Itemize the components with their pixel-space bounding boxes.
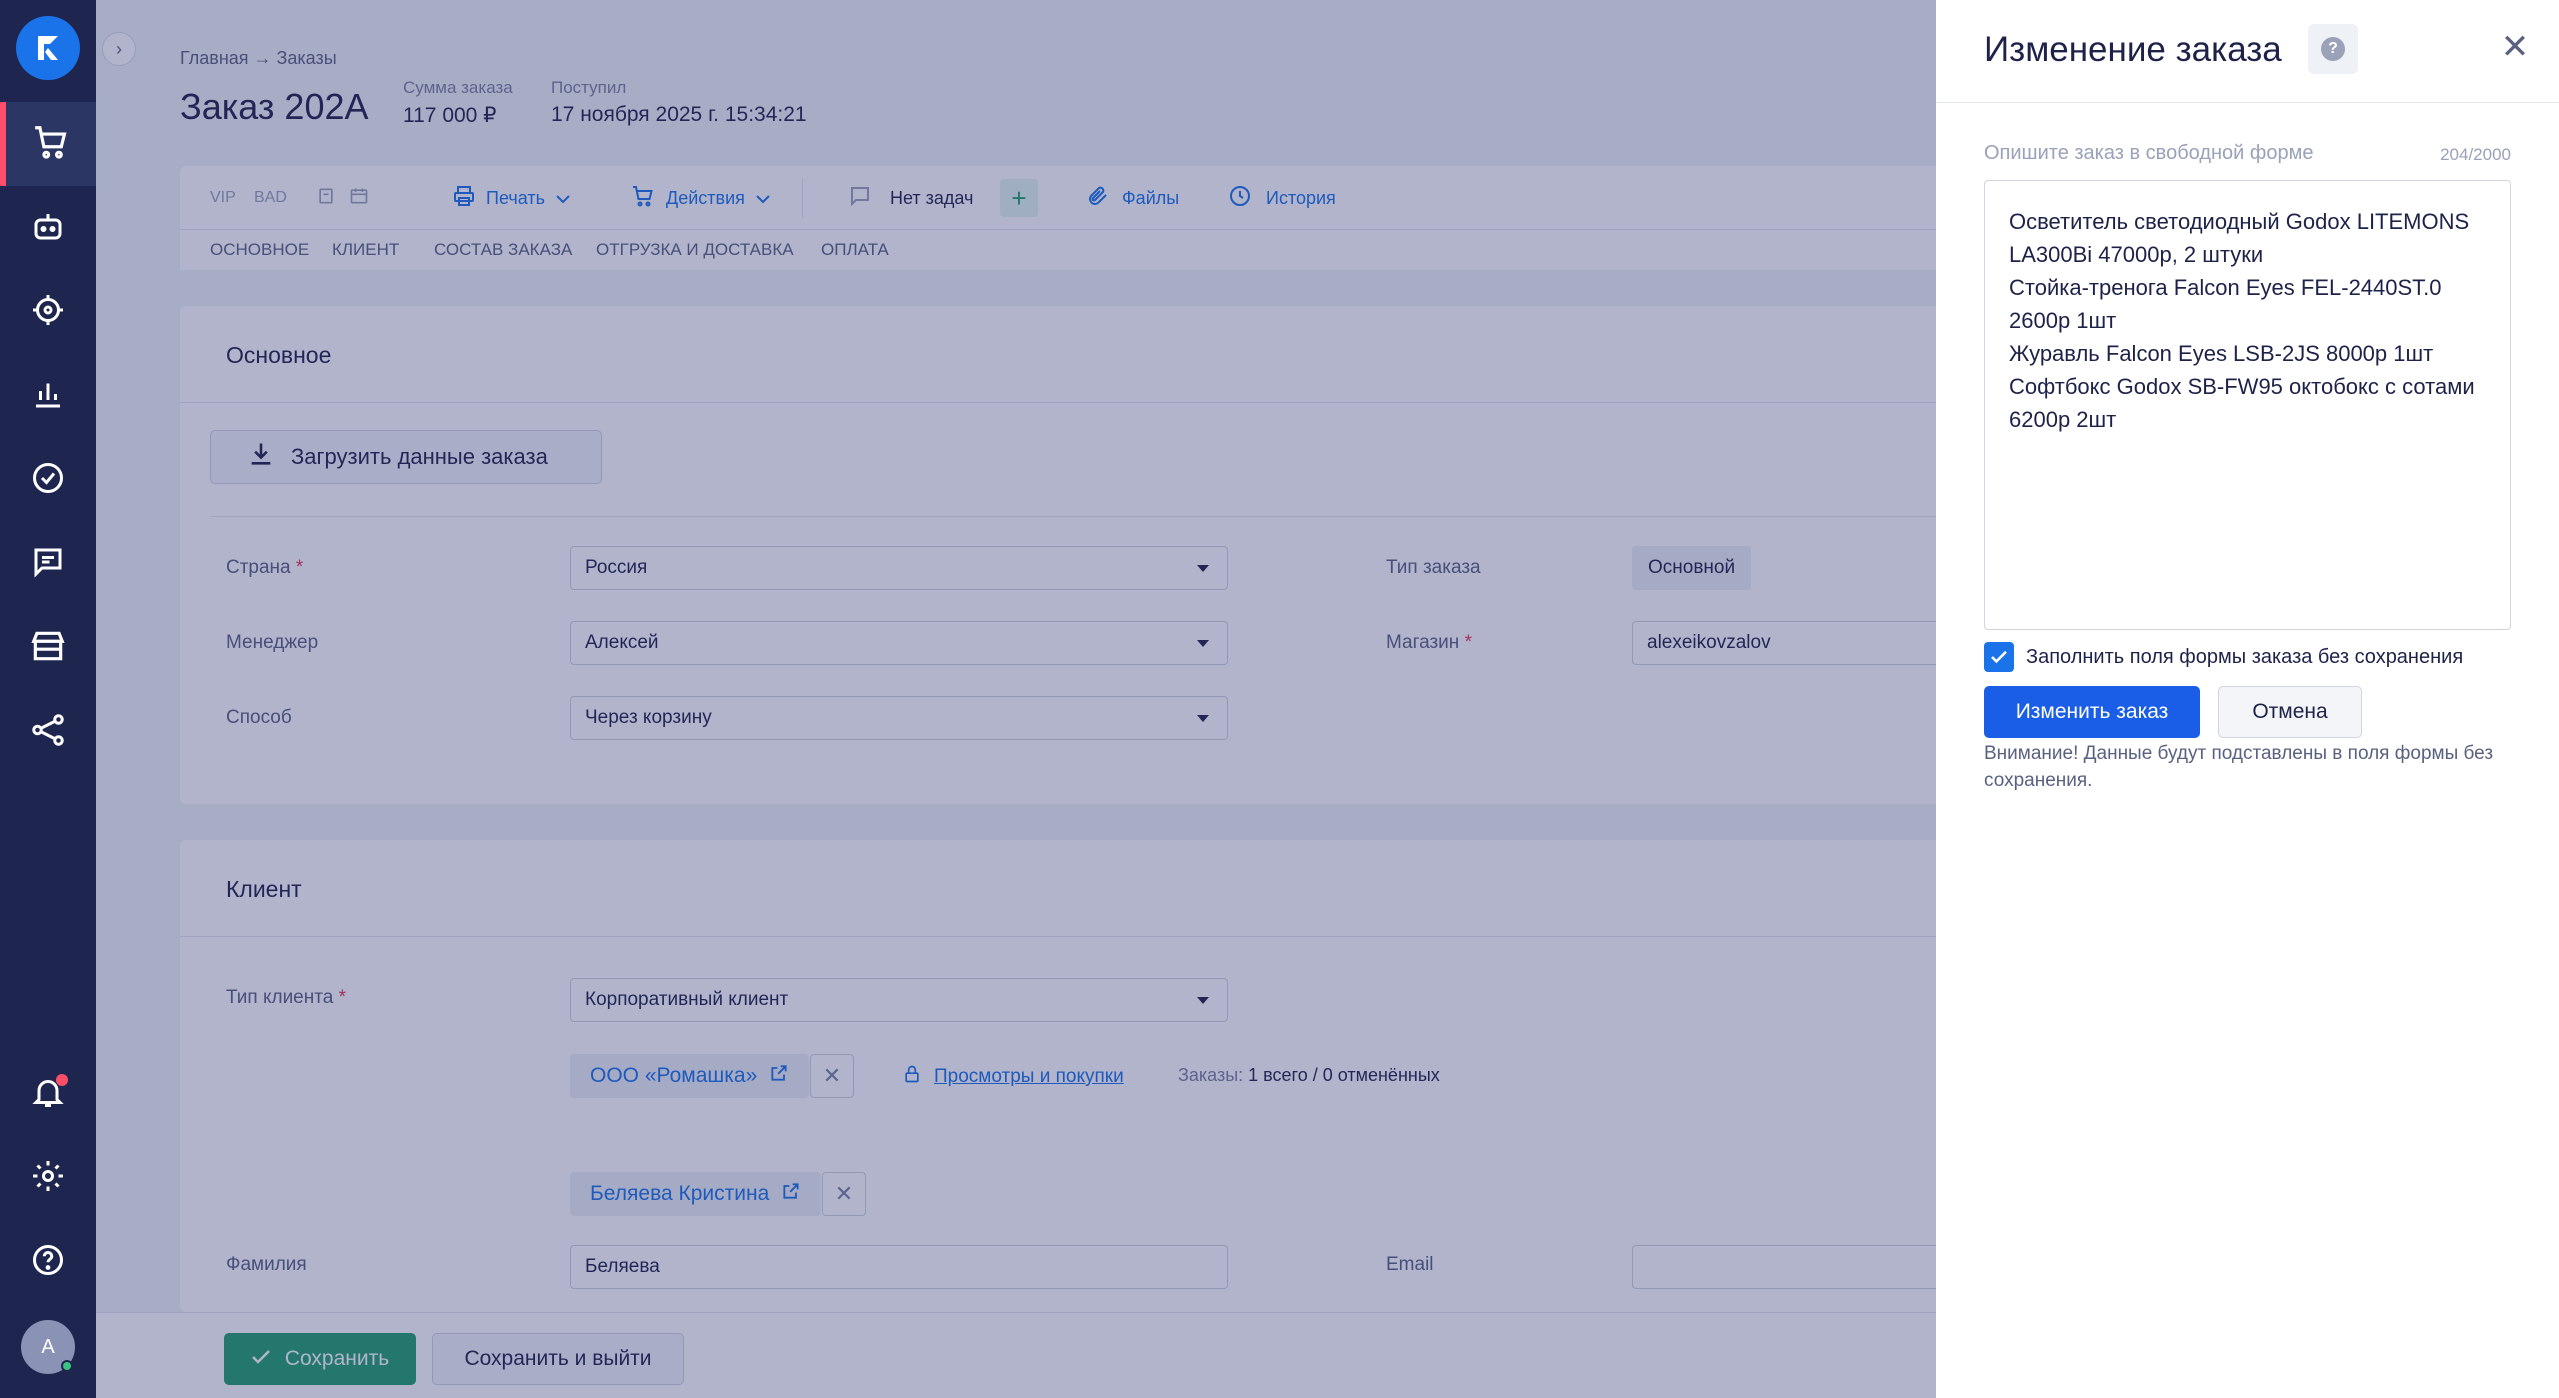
- char-counter: 204/2000: [2440, 145, 2511, 164]
- cart-icon: [32, 123, 70, 166]
- avatar-letter: A: [41, 1335, 55, 1358]
- check-circle-icon: [30, 460, 66, 501]
- nav-settings[interactable]: [0, 1136, 96, 1220]
- nav-orders[interactable]: [0, 102, 96, 186]
- nav-tasks[interactable]: [0, 438, 96, 522]
- share-icon: [30, 712, 66, 753]
- help-icon: [30, 1242, 66, 1283]
- nav-store[interactable]: [0, 606, 96, 690]
- fill-without-save-checkbox[interactable]: [1984, 642, 2014, 672]
- bot-icon: [30, 208, 66, 249]
- divider: [1936, 102, 2559, 103]
- edit-order-panel: Изменение заказа ? ✕ Опишите заказ в сво…: [1936, 0, 2559, 1398]
- nav-integrations[interactable]: [0, 690, 96, 774]
- online-status-dot: [61, 1360, 73, 1372]
- main-nav: A: [0, 0, 96, 1398]
- modal-backdrop[interactable]: [96, 0, 1936, 1398]
- close-panel-button[interactable]: ✕: [2498, 30, 2532, 64]
- chart-icon: [30, 376, 66, 417]
- cancel-button[interactable]: Отмена: [2218, 686, 2362, 738]
- warning-text: Внимание! Данные будут подставлены в пол…: [1984, 743, 2494, 791]
- checkbox-label: Заполнить поля формы заказа без сохранен…: [2026, 645, 2464, 668]
- nav-target[interactable]: [0, 270, 96, 354]
- target-icon: [30, 292, 66, 333]
- nav-notifications[interactable]: [0, 1052, 96, 1136]
- fill-without-save-option[interactable]: Заполнить поля формы заказа без сохранен…: [1984, 642, 2463, 672]
- order-description-textarea[interactable]: Осветитель светодиодный Godox LITEMONS L…: [1984, 180, 2511, 630]
- notification-badge: [56, 1074, 68, 1086]
- avatar[interactable]: A: [21, 1320, 75, 1374]
- store-icon: [29, 627, 67, 670]
- nav-bot[interactable]: [0, 186, 96, 270]
- help-button[interactable]: ?: [2308, 24, 2358, 74]
- nav-analytics[interactable]: [0, 354, 96, 438]
- nav-help[interactable]: [0, 1220, 96, 1304]
- logo-icon[interactable]: [16, 16, 80, 80]
- change-order-button[interactable]: Изменить заказ: [1984, 686, 2200, 738]
- nav-chats[interactable]: [0, 522, 96, 606]
- gear-icon: [30, 1158, 66, 1199]
- question-icon: ?: [2321, 37, 2345, 61]
- description-label: Опишите заказ в свободной форме: [1984, 142, 2314, 164]
- close-icon: ✕: [2500, 28, 2530, 66]
- panel-title: Изменение заказа: [1984, 30, 2282, 69]
- chat-icon: [30, 544, 66, 585]
